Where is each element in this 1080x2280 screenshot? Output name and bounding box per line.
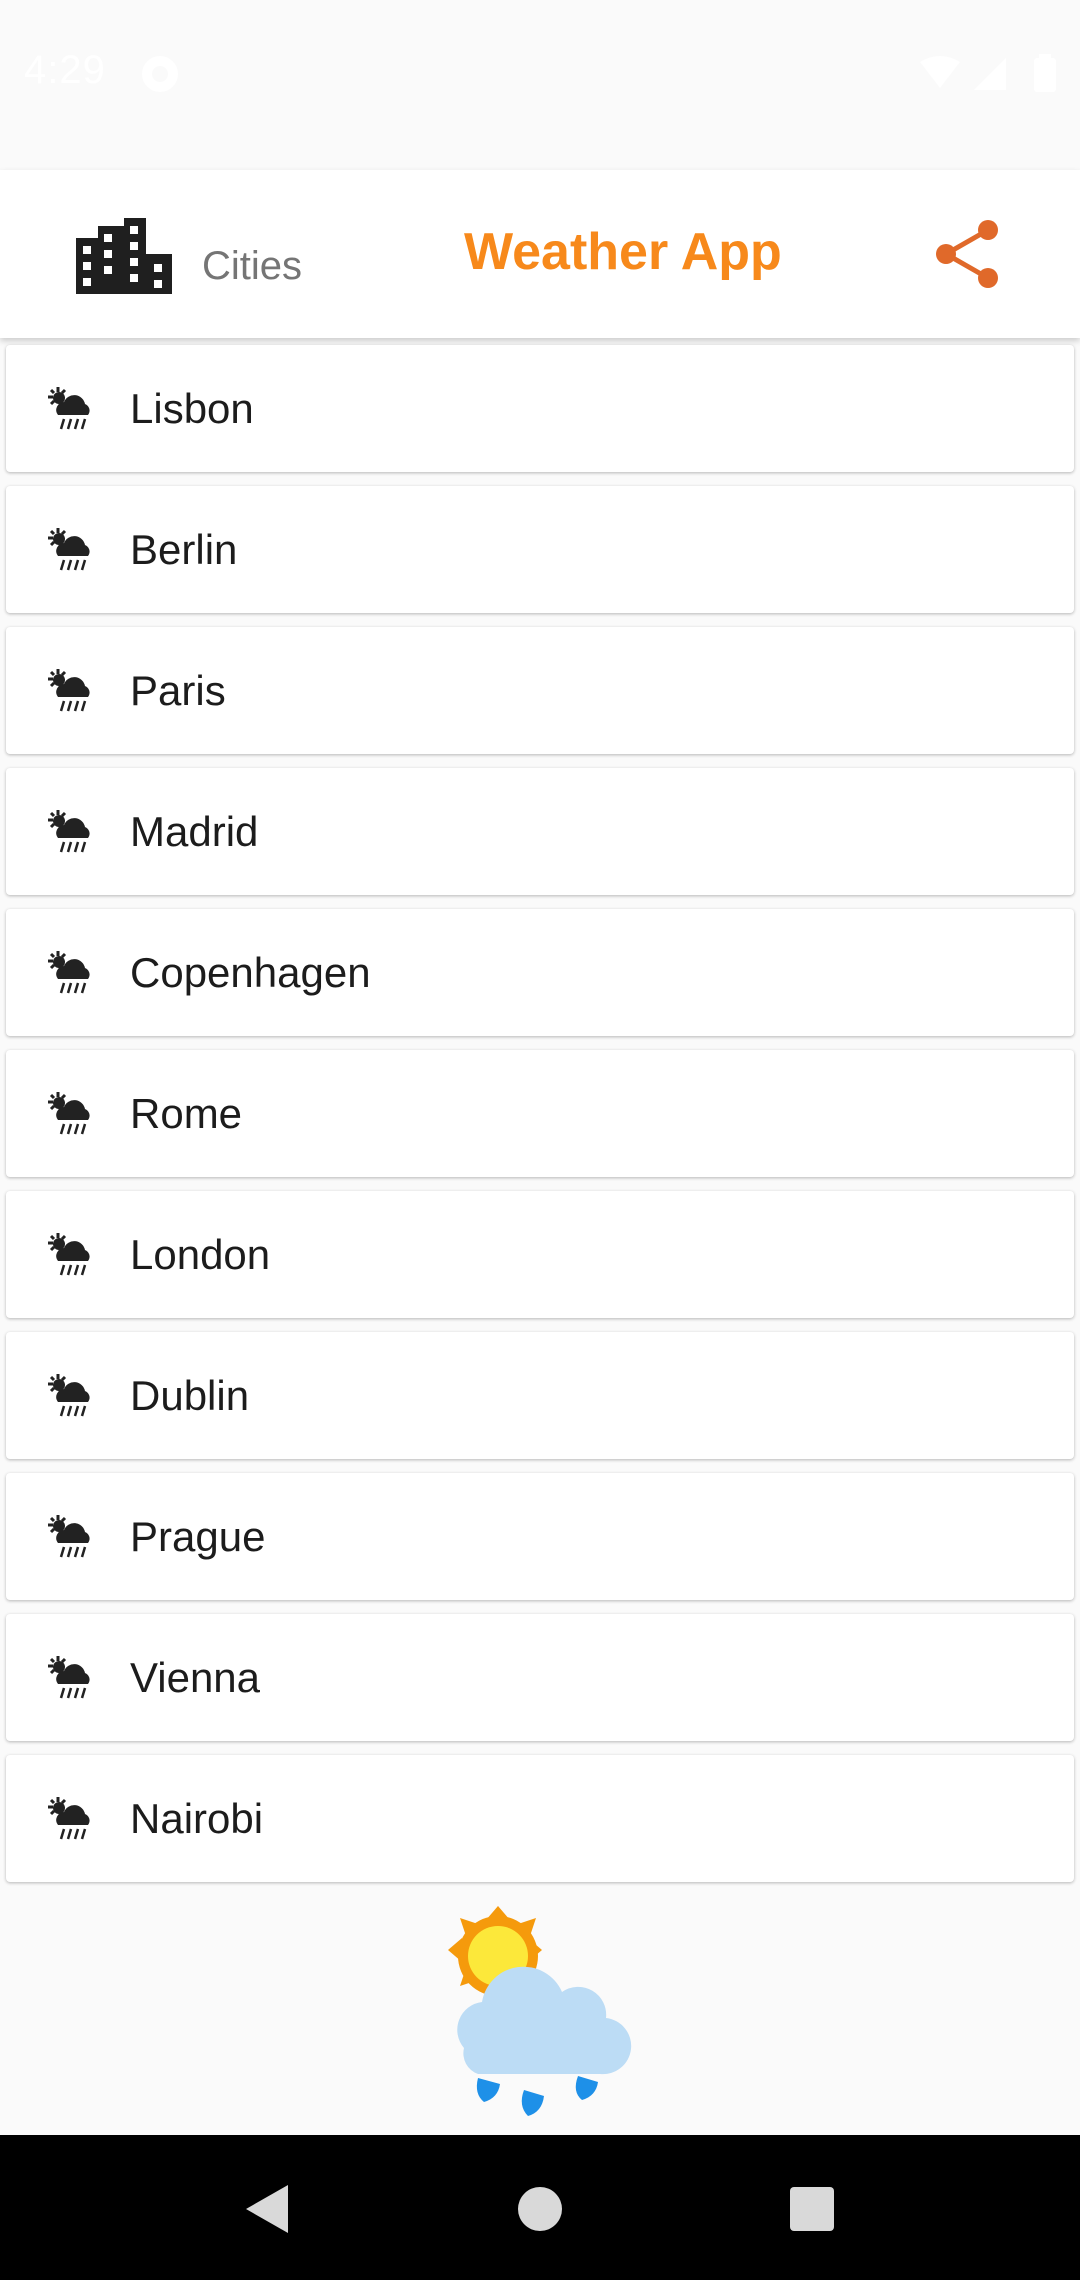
sun-cloud-rain-icon <box>48 951 90 994</box>
sun-cloud-rain-icon <box>48 1092 90 1135</box>
city-list: Lisbon Berlin Paris Madrid Copenhagen Ro… <box>6 345 1074 1896</box>
city-name: Prague <box>130 1513 266 1560</box>
wifi-icon <box>920 56 960 88</box>
notification-icon <box>142 56 178 92</box>
city-item-paris[interactable]: Paris <box>6 627 1074 754</box>
status-time: 4:29 <box>24 48 106 92</box>
battery-icon <box>1034 54 1056 92</box>
back-icon[interactable] <box>240 2181 296 2237</box>
signal-icon <box>974 58 1006 90</box>
city-item-rome[interactable]: Rome <box>6 1050 1074 1177</box>
city-name: Paris <box>130 667 226 714</box>
weather-illustration-icon <box>448 1906 632 2116</box>
city-item-london[interactable]: London <box>6 1191 1074 1318</box>
sun-cloud-rain-icon <box>48 1656 90 1699</box>
sun-cloud-rain-icon <box>48 1233 90 1276</box>
app-title: Weather App <box>464 223 782 281</box>
sun-cloud-rain-icon <box>48 528 90 571</box>
city-item-lisbon[interactable]: Lisbon <box>6 345 1074 472</box>
status-bar: 4:29 <box>0 0 1080 170</box>
city-name: Rome <box>130 1090 243 1137</box>
city-item-vienna[interactable]: Vienna <box>6 1614 1074 1741</box>
city-item-madrid[interactable]: Madrid <box>6 768 1074 895</box>
city-name: Lisbon <box>130 385 254 432</box>
sun-cloud-rain-icon <box>48 387 90 430</box>
sun-cloud-rain-icon <box>48 669 90 712</box>
city-name: Berlin <box>130 526 238 573</box>
home-icon[interactable] <box>512 2181 568 2237</box>
recents-icon[interactable] <box>784 2181 840 2237</box>
city-name: London <box>130 1231 271 1278</box>
sun-cloud-rain-icon <box>48 1515 90 1558</box>
sun-cloud-rain-icon <box>48 1374 90 1417</box>
sun-cloud-rain-icon <box>48 1797 90 1840</box>
city-item-prague[interactable]: Prague <box>6 1473 1074 1600</box>
city-name: Madrid <box>130 808 259 855</box>
city-icon <box>76 218 172 294</box>
city-item-berlin[interactable]: Berlin <box>6 486 1074 613</box>
navigation-bar <box>0 2135 1080 2280</box>
city-item-nairobi[interactable]: Nairobi <box>6 1755 1074 1882</box>
city-name: Vienna <box>130 1654 261 1701</box>
city-name: Copenhagen <box>130 949 371 996</box>
city-item-dublin[interactable]: Dublin <box>6 1332 1074 1459</box>
city-name: Nairobi <box>130 1795 264 1842</box>
city-item-copenhagen[interactable]: Copenhagen <box>6 909 1074 1036</box>
city-name: Dublin <box>130 1372 250 1419</box>
app-bar: Cities Weather App <box>0 170 1080 338</box>
cities-label[interactable]: Cities <box>202 244 302 289</box>
sun-cloud-rain-icon <box>48 810 90 853</box>
status-icons <box>920 54 1056 92</box>
share-icon[interactable] <box>930 216 1006 292</box>
